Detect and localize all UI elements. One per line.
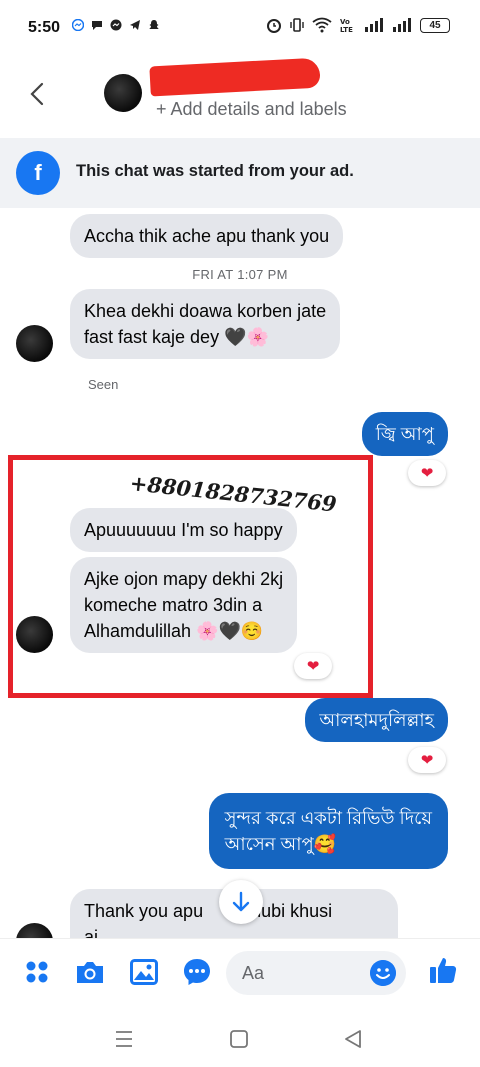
svg-text:LTE: LTE: [340, 26, 353, 33]
message-input-placeholder: Aa: [242, 963, 265, 983]
heart-reaction[interactable]: ❤: [408, 747, 446, 773]
four-dots-icon: [26, 961, 48, 983]
heart-icon: ❤: [420, 752, 434, 769]
camera-button[interactable]: [75, 957, 105, 987]
volte-icon: VoLTE: [340, 18, 353, 33]
outgoing-message[interactable]: জ্বি আপু: [361, 412, 448, 456]
sender-avatar[interactable]: [16, 923, 53, 938]
incoming-message[interactable]: Khea dekhi doawa korben jate fast fast k…: [70, 289, 341, 359]
signal-icon-2: [393, 18, 411, 32]
message-input[interactable]: Aa: [226, 951, 406, 995]
battery-indicator: 45: [420, 17, 450, 33]
messenger-notification-icon: [72, 19, 84, 31]
sender-avatar[interactable]: [16, 325, 53, 362]
emoji-icon[interactable]: [370, 960, 396, 986]
ad-banner-text: This chat was started from your ad.: [76, 162, 354, 180]
back-nav-icon[interactable]: [340, 1026, 366, 1052]
gallery-button[interactable]: [129, 957, 159, 987]
more-actions-button[interactable]: [22, 957, 52, 987]
camera-icon: [77, 962, 103, 983]
notification-icons: [72, 19, 160, 31]
image-icon: [130, 959, 158, 985]
heart-reaction[interactable]: ❤: [408, 460, 446, 486]
chat-header: + Add details and labels: [0, 54, 480, 138]
down-arrow-icon: [232, 891, 250, 912]
redacted-contact-name: [149, 57, 321, 97]
message-text: Apuuuuuuu I'm so happy: [84, 520, 283, 540]
message-text-part: Thank you apu: [84, 901, 204, 921]
message-text: Accha thik ache apu thank you: [84, 226, 330, 246]
back-arrow-icon[interactable]: [24, 78, 52, 110]
telegram-notification-icon: [130, 20, 140, 30]
message-text-line: fast fast kaje dey 🖤🌸: [84, 327, 269, 347]
message-text-line: ai: [84, 927, 99, 938]
svg-text:Vo: Vo: [340, 18, 350, 26]
outgoing-message[interactable]: আলহামদুলিল্লাহ: [305, 698, 448, 742]
message-text-line: Khea dekhi doawa korben jate: [84, 301, 327, 321]
seen-indicator: Seen: [88, 377, 119, 392]
facebook-icon: f: [16, 151, 60, 195]
contact-avatar[interactable]: [104, 74, 142, 112]
wifi-icon: [312, 17, 332, 33]
scroll-to-bottom-button[interactable]: [219, 880, 263, 924]
status-bar: 5:50 Vo LTE 45: [0, 0, 480, 54]
home-icon[interactable]: [226, 1026, 252, 1052]
message-timestamp: FRI AT 1:07 PM: [192, 267, 288, 282]
recent-apps-icon[interactable]: [111, 1026, 137, 1052]
status-time: 5:50: [28, 19, 61, 36]
message-text-line: komeche matro 3din a: [84, 595, 263, 615]
heart-reaction[interactable]: ❤: [294, 653, 332, 679]
heart-icon: ❤: [306, 658, 320, 675]
ad-banner: f This chat was started from your ad.: [0, 138, 480, 208]
message-thread[interactable]: Accha thik ache apu thank you FRI AT 1:0…: [0, 208, 480, 938]
outgoing-message[interactable]: সুন্দর করে একটা রিভিউ দিয়ে আসেন আপু🥰: [208, 793, 448, 869]
alarm-icon: [267, 19, 281, 33]
message-text: আলহামদুলিল্লাহ: [319, 710, 434, 730]
system-status-icons: Vo LTE 45: [266, 17, 450, 33]
message-text: জ্বি আপু: [375, 424, 434, 444]
thumbs-up-icon: [430, 958, 457, 983]
chat-notification-icon: [92, 21, 102, 30]
incoming-message[interactable]: Accha thik ache apu thank you: [70, 214, 344, 258]
vibrate-icon: [290, 18, 304, 32]
incoming-message[interactable]: Ajke ojon mapy dekhi 2kj komeche matro 3…: [70, 557, 298, 653]
message-text-line: Ajke ojon mapy dekhi 2kj: [84, 569, 284, 589]
incoming-message[interactable]: Apuuuuuuu I'm so happy: [70, 508, 297, 552]
system-navigation-bar: [0, 1008, 480, 1067]
signal-icon-1: [365, 18, 383, 32]
sender-avatar[interactable]: [16, 616, 53, 653]
like-button[interactable]: [428, 955, 458, 985]
messenger-notification-icon-2: [110, 19, 122, 31]
composer-bar: Aa: [0, 938, 480, 1008]
message-text-line: সুন্দর করে একটা রিভিউ দিয়ে: [224, 808, 432, 828]
voice-message-button[interactable]: [182, 957, 212, 987]
message-text-line: Alhamdulillah 🌸🖤☺️: [84, 621, 264, 641]
add-details-link[interactable]: + Add details and labels: [156, 99, 347, 120]
snapchat-notification-icon: [149, 20, 159, 29]
chat-bubble-icon: [184, 959, 210, 985]
heart-icon: ❤: [420, 465, 434, 482]
message-text-line: আসেন আপু🥰: [224, 834, 337, 854]
